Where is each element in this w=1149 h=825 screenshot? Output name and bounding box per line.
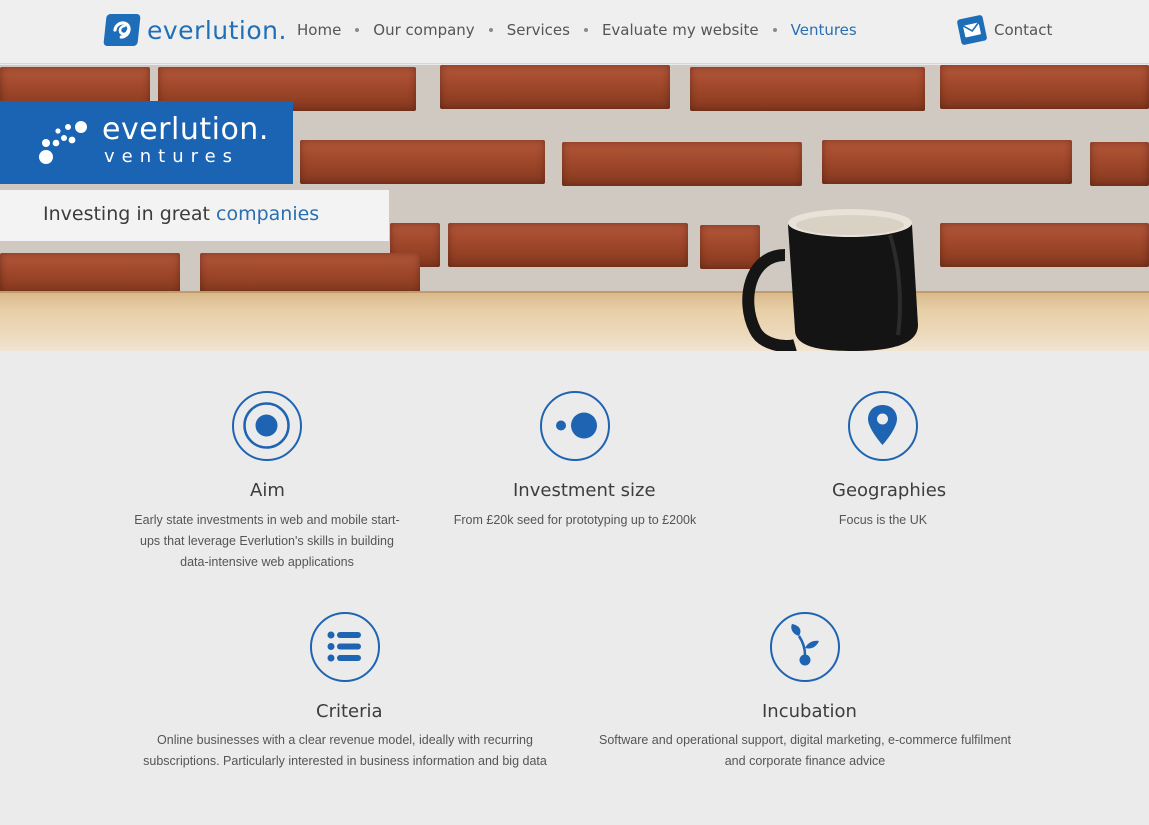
wooden-shelf [0, 293, 1149, 351]
ventures-subtitle: ventures [104, 146, 240, 167]
nav-separator [583, 28, 588, 32]
nav-ventures[interactable]: Ventures [791, 21, 857, 39]
envelope-icon [956, 14, 988, 46]
nav-separator [488, 28, 493, 32]
contact-link[interactable]: Contact [956, 14, 1053, 46]
tagline: Investing in great companies [43, 203, 319, 225]
ventures-brand-box: everlution. ventures [0, 101, 293, 184]
site-header: everlution. Home Our company Services Ev… [0, 0, 1149, 64]
coffee-mug-image [742, 209, 918, 351]
nav-evaluate-my-website[interactable]: Evaluate my website [602, 21, 759, 39]
everlution-logo-icon [103, 14, 141, 46]
target-icon [232, 391, 302, 461]
feature-desc-geographies: Focus is the UK [838, 513, 928, 527]
sprout-icon [770, 612, 840, 682]
tagline-box: Investing in great companies [0, 190, 389, 241]
feature-desc-criteria: Online businesses with a clear revenue m… [143, 733, 547, 768]
feature-desc-incubation: Software and operational support, digita… [598, 733, 1011, 768]
feature-desc-investment-size: From £20k seed for prototyping up to £20… [453, 513, 697, 527]
feature-title-investment-size: Investment size [513, 480, 656, 501]
nav-services[interactable]: Services [507, 21, 570, 39]
location-pin-icon [848, 391, 918, 461]
nav-separator [772, 28, 777, 32]
everlution-logo[interactable]: everlution. [103, 13, 287, 47]
logo-text: everlution. [147, 15, 287, 45]
nav-our-company[interactable]: Our company [373, 21, 474, 39]
dots-icon [540, 391, 610, 461]
tagline-accent: companies [216, 203, 320, 225]
feature-desc-aim: Early state investments in web and mobil… [134, 513, 400, 569]
contact-label: Contact [994, 21, 1053, 39]
tagline-prefix: Investing in great [43, 203, 216, 225]
feature-title-aim: Aim [250, 480, 285, 501]
list-icon [310, 612, 380, 682]
feature-title-incubation: Incubation [762, 701, 857, 722]
nav-home[interactable]: Home [297, 21, 341, 39]
main-nav: Home Our company Services Evaluate my we… [297, 19, 857, 41]
ventures-dots-icon [39, 121, 87, 164]
hero-banner: everlution. ventures Investing in great … [0, 65, 1149, 351]
ventures-title: everlution. [102, 112, 269, 147]
feature-title-geographies: Geographies [832, 480, 947, 501]
feature-title-criteria: Criteria [316, 701, 383, 722]
nav-separator [355, 28, 360, 32]
